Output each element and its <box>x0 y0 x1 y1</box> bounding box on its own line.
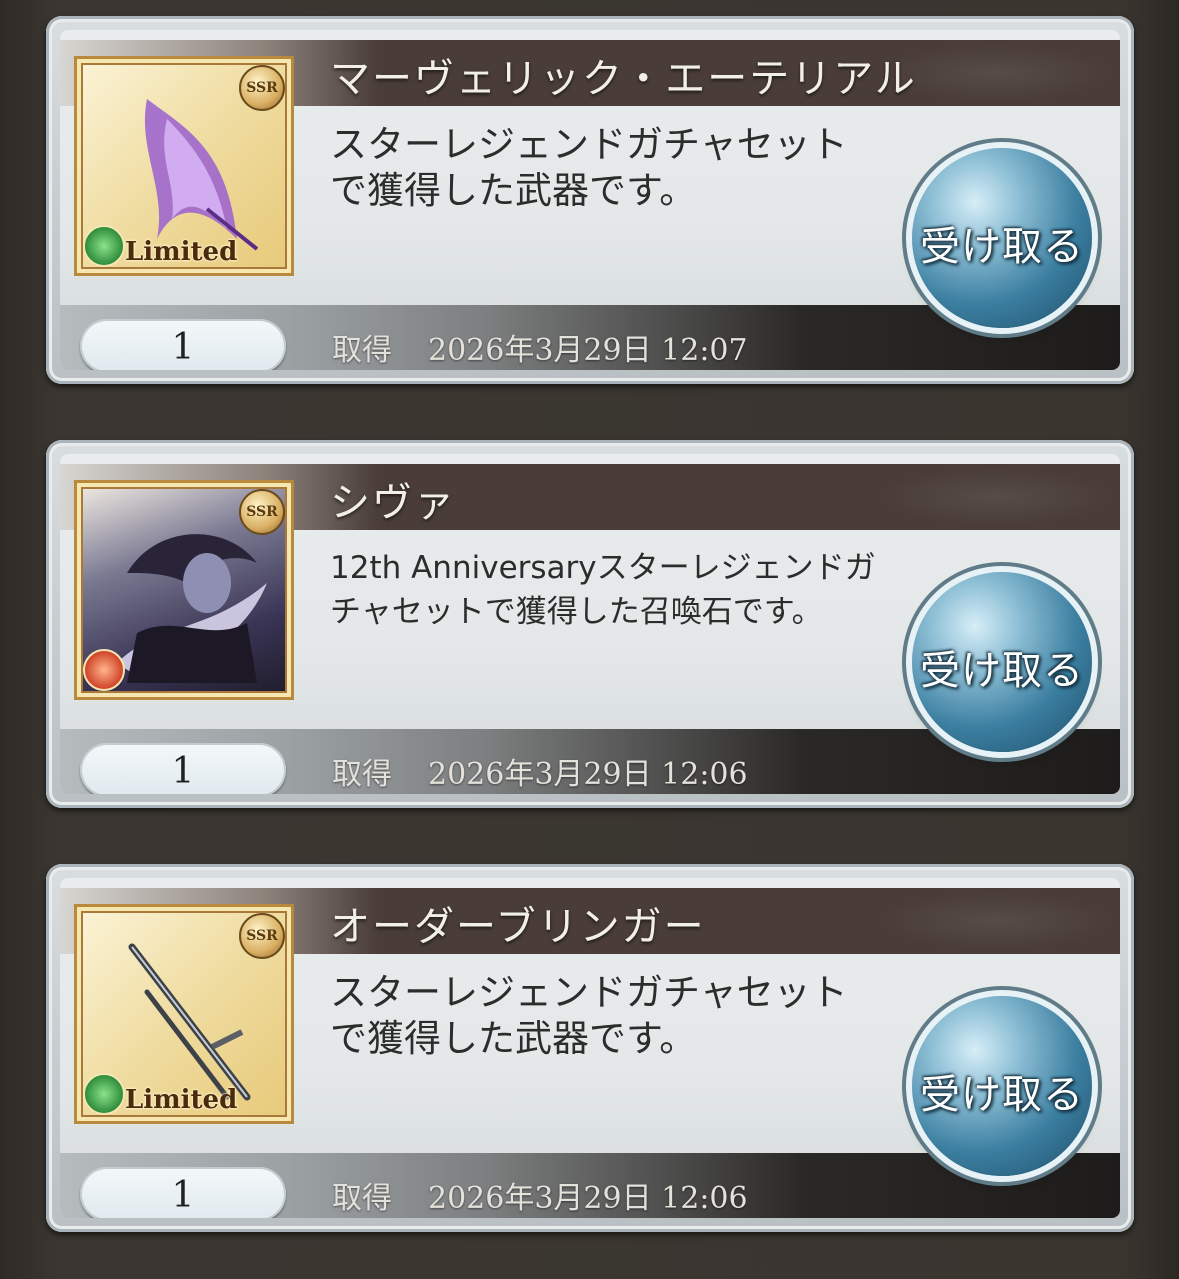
limited-badge: Limited <box>125 237 238 267</box>
acquired-date: 2026年3月29日 12:06 <box>428 757 748 792</box>
fire-element-icon <box>83 649 125 691</box>
item-description: 12th Anniversaryスターレジェンドガチャセットで獲得した召喚石です… <box>330 550 876 630</box>
gift-item-card: シヴァ SSR 12th Anniversaryスターレジェンドガチャセットで獲… <box>46 440 1134 808</box>
acquired-info: 取得 2026年3月29日 12:06 <box>332 1173 748 1217</box>
item-description: スターレジェンドガチャセットで獲得した武器です。 <box>330 971 848 1060</box>
acquired-label: 取得 <box>332 333 392 368</box>
gift-item-card: オーダーブリンガー SSR Limited スターレジェンドガチャセットで獲得し… <box>46 864 1134 1232</box>
item-name: シヴァ <box>330 480 456 526</box>
claim-button-label: 受け取る <box>920 1072 1084 1118</box>
quantity-field: 1 <box>80 743 286 794</box>
wind-element-icon <box>83 1073 125 1115</box>
ssr-badge-icon: SSR <box>239 489 285 535</box>
gift-item-card: マーヴェリック・エーテリアル SSR Limited スターレジェンドガチャセッ… <box>46 16 1134 384</box>
gift-item-panel: シヴァ SSR 12th Anniversaryスターレジェンドガチャセットで獲… <box>60 454 1120 794</box>
ssr-badge-icon: SSR <box>239 913 285 959</box>
quantity-value: 1 <box>171 327 195 368</box>
item-thumbnail[interactable]: SSR Limited <box>74 56 294 276</box>
acquired-date: 2026年3月29日 12:06 <box>428 1181 748 1216</box>
item-thumbnail[interactable]: SSR Limited <box>74 904 294 1124</box>
item-name: マーヴェリック・エーテリアル <box>330 56 917 102</box>
summon-art-icon <box>117 534 267 683</box>
acquired-label: 取得 <box>332 1181 392 1216</box>
weapon-art-icon <box>144 99 259 251</box>
wind-element-icon <box>83 225 125 267</box>
item-description: スターレジェンドガチャセットで獲得した武器です。 <box>330 123 848 212</box>
gift-item-panel: オーダーブリンガー SSR Limited スターレジェンドガチャセットで獲得し… <box>60 878 1120 1218</box>
quantity-value: 1 <box>171 1175 195 1216</box>
acquired-info: 取得 2026年3月29日 12:07 <box>332 325 748 369</box>
acquired-info: 取得 2026年3月29日 12:06 <box>332 749 748 793</box>
claim-button[interactable]: 受け取る <box>912 148 1092 328</box>
limited-badge: Limited <box>125 1085 238 1115</box>
gift-item-panel: マーヴェリック・エーテリアル SSR Limited スターレジェンドガチャセッ… <box>60 30 1120 370</box>
ssr-badge-icon: SSR <box>239 65 285 111</box>
quantity-field: 1 <box>80 319 286 370</box>
claim-button[interactable]: 受け取る <box>912 572 1092 752</box>
item-name: オーダーブリンガー <box>330 904 706 950</box>
sword-art-icon <box>128 943 251 1101</box>
acquired-date: 2026年3月29日 12:07 <box>428 333 748 368</box>
quantity-field: 1 <box>80 1167 286 1218</box>
claim-button[interactable]: 受け取る <box>912 996 1092 1176</box>
quantity-value: 1 <box>171 751 195 792</box>
claim-button-label: 受け取る <box>920 224 1084 270</box>
item-thumbnail[interactable]: SSR <box>74 480 294 700</box>
claim-button-label: 受け取る <box>920 648 1084 694</box>
acquired-label: 取得 <box>332 757 392 792</box>
